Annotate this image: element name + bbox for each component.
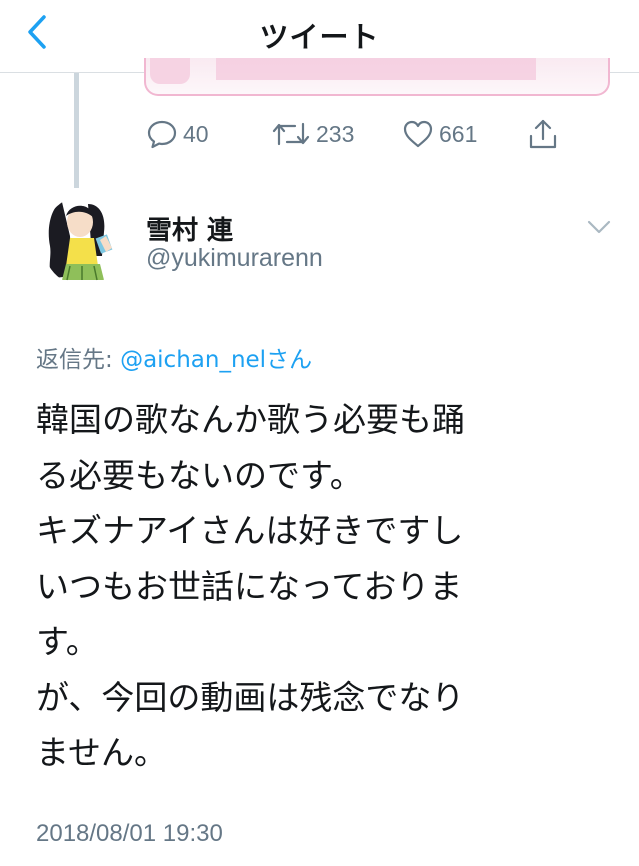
- tweet-text-line: ません。: [36, 733, 168, 772]
- share-button[interactable]: [527, 112, 559, 156]
- like-count: 661: [439, 120, 478, 147]
- tweet-text-line: る必要もないのです。: [36, 455, 363, 495]
- display-name[interactable]: 雪村 連: [146, 210, 233, 247]
- heart-icon: [403, 120, 433, 148]
- tweet-text-line: いつもお世話になっておりま: [36, 566, 463, 606]
- reply-to-prefix: 返信先:: [36, 347, 121, 373]
- reply-count: 40: [183, 120, 209, 147]
- user-handle[interactable]: @yukimurarenn: [146, 244, 323, 273]
- card-image-fragment: [150, 58, 190, 84]
- retweet-button[interactable]: 233: [271, 112, 354, 156]
- speech-bubble-icon: [147, 120, 177, 149]
- tweet-action-bar: 40 233 661: [0, 112, 639, 156]
- anime-character-avatar-image: [42, 196, 124, 286]
- reply-to-line: 返信先: @aichan_nelさん: [36, 340, 312, 374]
- reply-mention-link[interactable]: @aichan_nel: [120, 347, 266, 373]
- share-upload-icon: [529, 119, 557, 149]
- tweet-text-line: す。: [36, 622, 99, 661]
- more-options-button[interactable]: [586, 218, 612, 236]
- reply-button[interactable]: 40: [146, 112, 209, 156]
- page-title: ツイート: [259, 20, 380, 54]
- reply-to-suffix[interactable]: さん: [266, 347, 312, 373]
- card-text-fragment: [216, 58, 536, 80]
- avatar[interactable]: [42, 196, 124, 286]
- like-button[interactable]: 661: [402, 112, 477, 156]
- tweet-timestamp: 2018/08/01 19:30: [36, 820, 223, 847]
- tweet-text-line: キズナアイさんは好きですし: [36, 511, 464, 550]
- tweet-text: 韓国の歌なんか歌う必要も踊 る必要もないのです。 キズナアイさんは好きですし い…: [36, 392, 606, 781]
- media-card-fragment[interactable]: [144, 58, 610, 96]
- tweet-text-line: 韓国の歌なんか歌う必要も踊: [36, 400, 465, 439]
- retweet-count: 233: [316, 120, 355, 147]
- tweet-text-line: が、今回の動画は残念でなり: [36, 677, 465, 717]
- chevron-down-icon: [587, 220, 611, 234]
- retweet-arrows-icon: [272, 122, 310, 146]
